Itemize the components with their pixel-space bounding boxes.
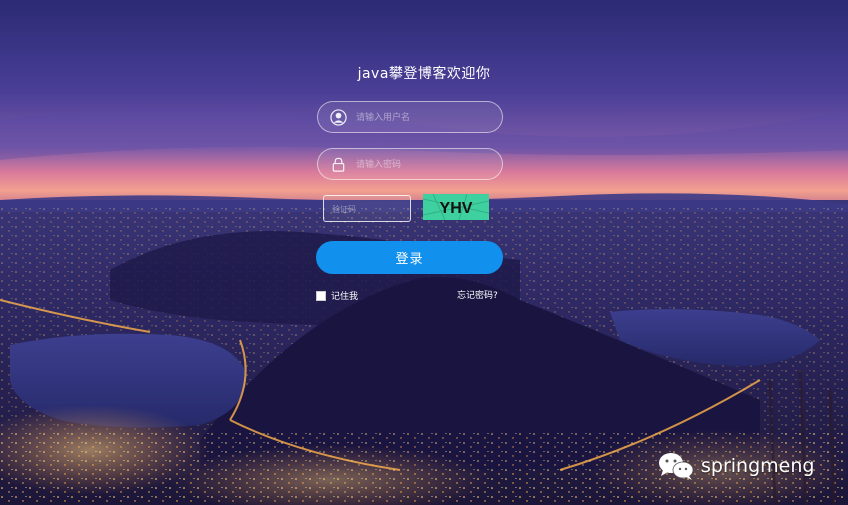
username-field[interactable] bbox=[317, 101, 503, 133]
forgot-password-link[interactable]: 忘记密码? bbox=[457, 288, 498, 301]
login-button[interactable]: 登录 bbox=[316, 241, 503, 274]
wechat-icon bbox=[659, 453, 694, 480]
user-icon bbox=[330, 109, 347, 126]
captcha-field[interactable] bbox=[323, 195, 411, 222]
remember-checkbox[interactable] bbox=[316, 290, 326, 301]
lock-icon bbox=[332, 157, 345, 172]
remember-me[interactable]: 记住我 bbox=[316, 289, 358, 302]
password-input[interactable] bbox=[354, 154, 498, 176]
captcha-image[interactable]: YHV bbox=[423, 194, 489, 220]
page-title: java攀登博客欢迎你 bbox=[357, 66, 491, 82]
password-field[interactable] bbox=[317, 148, 503, 180]
remember-label: 记住我 bbox=[331, 292, 359, 302]
watermark-text: springmeng bbox=[701, 455, 815, 477]
username-input[interactable] bbox=[354, 107, 498, 129]
captcha-input[interactable] bbox=[330, 200, 408, 219]
captcha-text: YHV bbox=[440, 200, 473, 217]
watermark: springmeng bbox=[657, 451, 814, 481]
